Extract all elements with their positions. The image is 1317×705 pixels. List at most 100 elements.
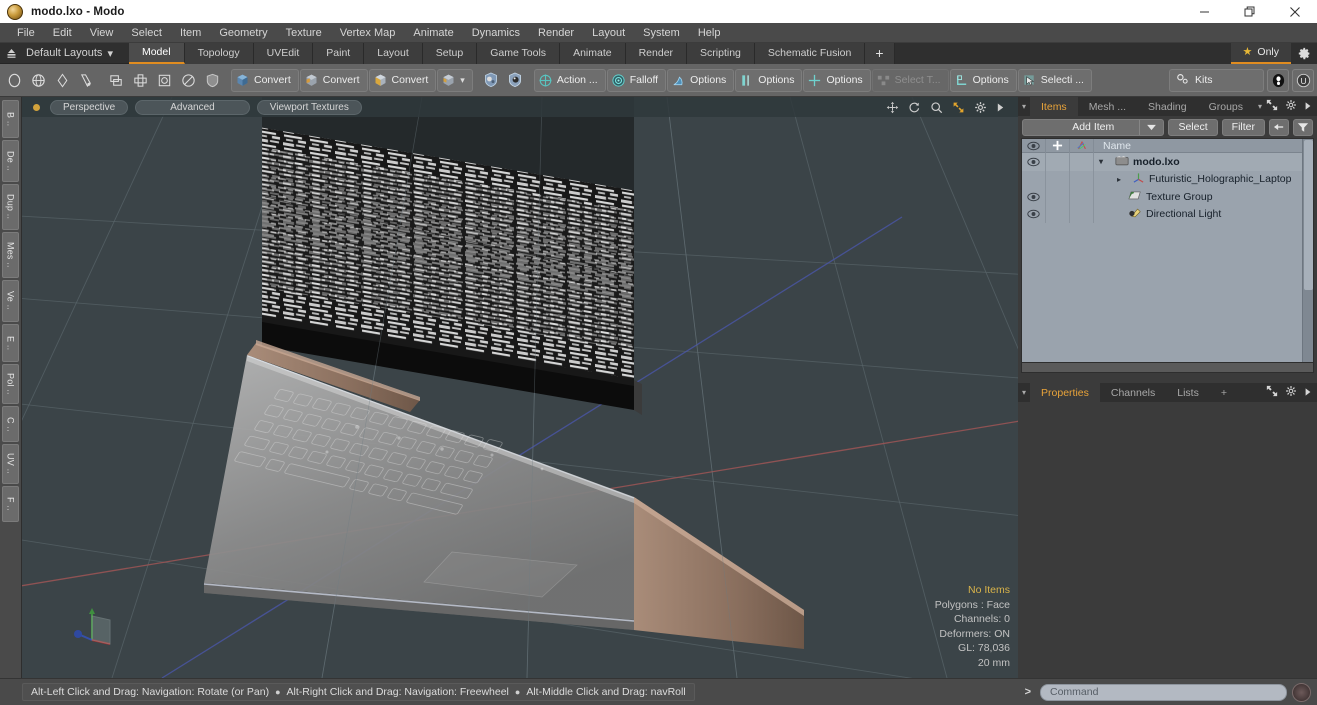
layout-tab-topology[interactable]: Topology xyxy=(184,42,254,64)
kits-dropdown[interactable]: Kits xyxy=(1169,68,1264,92)
layout-gear-icon[interactable] xyxy=(1291,42,1317,64)
preset-browser-icon[interactable] xyxy=(1267,68,1289,92)
edges-mode-icon[interactable] xyxy=(27,69,50,92)
list-item[interactable]: Directional Light xyxy=(1094,207,1302,222)
menu-system[interactable]: System xyxy=(634,23,689,43)
layout-home-icon[interactable] xyxy=(0,43,22,64)
layout-tab-layout[interactable]: Layout xyxy=(364,42,423,64)
close-icon[interactable] xyxy=(1272,0,1317,23)
menu-file[interactable]: File xyxy=(8,23,44,43)
row-visibility-eye-icon[interactable] xyxy=(1022,205,1046,223)
menu-layout[interactable]: Layout xyxy=(583,23,634,43)
left-tab-vertex[interactable]: Ve .. xyxy=(2,280,19,322)
layout-tab-setup[interactable]: Setup xyxy=(422,42,478,64)
popout-panel-icon[interactable] xyxy=(1266,98,1278,116)
layout-tab-uvedit[interactable]: UVEdit xyxy=(253,42,314,64)
left-tab-fusion[interactable]: F .. xyxy=(2,486,19,522)
viewport-projection-dropdown[interactable]: Perspective xyxy=(50,99,129,115)
menu-view[interactable]: View xyxy=(81,23,123,43)
row-visibility-cell[interactable] xyxy=(1022,170,1046,188)
items-list-empty-area[interactable] xyxy=(1022,223,1302,362)
panel-tab-items[interactable]: Items xyxy=(1030,97,1078,116)
panel-tab-shading[interactable]: Shading xyxy=(1137,97,1198,116)
layout-tab-game-tools[interactable]: Game Tools xyxy=(477,42,561,64)
items-select-button[interactable]: Select xyxy=(1168,118,1218,136)
row-lock-cell[interactable] xyxy=(1046,153,1070,171)
convert-button-3[interactable]: Convert xyxy=(368,68,437,92)
panel-tab-lists[interactable]: Lists xyxy=(1166,383,1210,402)
cube-dropdown-button[interactable]: ▾ xyxy=(437,68,473,92)
items-list-scrollbar[interactable] xyxy=(1302,139,1313,362)
row-shade-cell[interactable] xyxy=(1070,205,1094,223)
zoom-icon[interactable] xyxy=(930,101,943,114)
menu-item[interactable]: Item xyxy=(171,23,210,43)
falloff-button[interactable]: Falloff xyxy=(606,68,667,92)
minimize-icon[interactable] xyxy=(1182,0,1227,23)
layout-tab-render[interactable]: Render xyxy=(625,42,688,64)
panel-gear-icon[interactable] xyxy=(1285,98,1297,116)
layout-tab-paint[interactable]: Paint xyxy=(313,42,365,64)
maximize-icon[interactable] xyxy=(1227,0,1272,23)
item-mode-icon[interactable] xyxy=(105,69,128,92)
menu-render[interactable]: Render xyxy=(529,23,583,43)
snap-options-button[interactable]: Options xyxy=(803,68,871,92)
funnel-icon[interactable] xyxy=(1293,118,1313,136)
panel-gear-icon[interactable] xyxy=(1285,384,1297,402)
add-item-dropdown[interactable]: Add Item xyxy=(1022,118,1165,136)
polygons-mode-icon[interactable] xyxy=(51,69,74,92)
command-input[interactable]: Command xyxy=(1040,683,1287,701)
3d-viewport[interactable]: Perspective Advanced Viewport Textures N… xyxy=(22,97,1018,678)
vertices-mode-icon[interactable] xyxy=(3,69,26,92)
menu-texture[interactable]: Texture xyxy=(277,23,331,43)
layout-tab-model[interactable]: Model xyxy=(128,42,185,64)
pan-icon[interactable] xyxy=(886,101,899,114)
menu-help[interactable]: Help xyxy=(689,23,730,43)
add-layout-tab-button[interactable]: + xyxy=(865,42,895,64)
layout-tab-schematic-fusion[interactable]: Schematic Fusion xyxy=(754,42,866,64)
menu-animate[interactable]: Animate xyxy=(404,23,462,43)
popout-panel-icon[interactable] xyxy=(1266,384,1278,402)
snap-mode-icon[interactable] xyxy=(177,69,200,92)
default-layouts-dropdown[interactable]: Default Layouts ▾ xyxy=(22,43,121,64)
viewport-more-arrow-icon[interactable] xyxy=(996,102,1005,113)
panel-tab-groups[interactable]: Groups xyxy=(1198,97,1254,116)
table-row[interactable]: Texture Group xyxy=(1022,188,1302,206)
row-lock-cell[interactable] xyxy=(1046,188,1070,206)
left-tab-uv[interactable]: UV .. xyxy=(2,444,19,484)
row-shade-cell[interactable] xyxy=(1070,188,1094,206)
add-item-caret-icon[interactable] xyxy=(1139,119,1163,135)
tool-options-button[interactable]: Options xyxy=(667,68,735,92)
list-item[interactable]: Texture Group xyxy=(1094,189,1302,204)
modo-u-icon[interactable]: U xyxy=(1292,68,1314,92)
panel-tab-channels[interactable]: Channels xyxy=(1100,383,1166,402)
row-shade-cell[interactable] xyxy=(1070,170,1094,188)
menu-select[interactable]: Select xyxy=(122,23,171,43)
center-mode-icon[interactable] xyxy=(129,69,152,92)
menu-vertex-map[interactable]: Vertex Map xyxy=(331,23,405,43)
table-row[interactable]: Directional Light xyxy=(1022,205,1302,223)
paint-bucket-icon[interactable] xyxy=(480,69,503,92)
list-item[interactable]: ▾ modo.lxo xyxy=(1094,155,1302,169)
viewport-textures-dropdown[interactable]: Viewport Textures xyxy=(256,99,362,115)
list-item[interactable]: ▸ Futuristic_Holographic_Laptop xyxy=(1094,172,1302,187)
color-picker-icon[interactable] xyxy=(504,69,527,92)
panel-tab-mesh[interactable]: Mesh ... xyxy=(1078,97,1137,116)
items-tree-list[interactable]: Name ▾ modo.lxo ▸ Futuristic_Holographic… xyxy=(1021,138,1314,363)
expander-icon[interactable]: ▾ xyxy=(1099,157,1111,166)
left-tab-deform[interactable]: De .. xyxy=(2,140,19,182)
table-row[interactable]: ▾ modo.lxo xyxy=(1022,153,1302,171)
left-tab-mesh-edit[interactable]: Mes .. xyxy=(2,232,19,278)
row-shade-cell[interactable] xyxy=(1070,153,1094,171)
convert-button-1[interactable]: Convert xyxy=(231,68,299,92)
rotate-icon[interactable] xyxy=(908,101,921,114)
left-tab-curve[interactable]: C .. xyxy=(2,406,19,442)
row-lock-cell[interactable] xyxy=(1046,205,1070,223)
panel-collapse-icon[interactable]: ▾ xyxy=(1022,102,1026,111)
row-visibility-eye-icon[interactable] xyxy=(1022,188,1046,206)
menu-dynamics[interactable]: Dynamics xyxy=(463,23,529,43)
only-toggle-button[interactable]: ★ Only xyxy=(1230,42,1291,64)
menu-geometry[interactable]: Geometry xyxy=(210,23,276,43)
left-tab-basic[interactable]: B .. xyxy=(2,100,19,138)
table-row[interactable]: ▸ Futuristic_Holographic_Laptop xyxy=(1022,170,1302,188)
materials-mode-icon[interactable] xyxy=(75,69,98,92)
